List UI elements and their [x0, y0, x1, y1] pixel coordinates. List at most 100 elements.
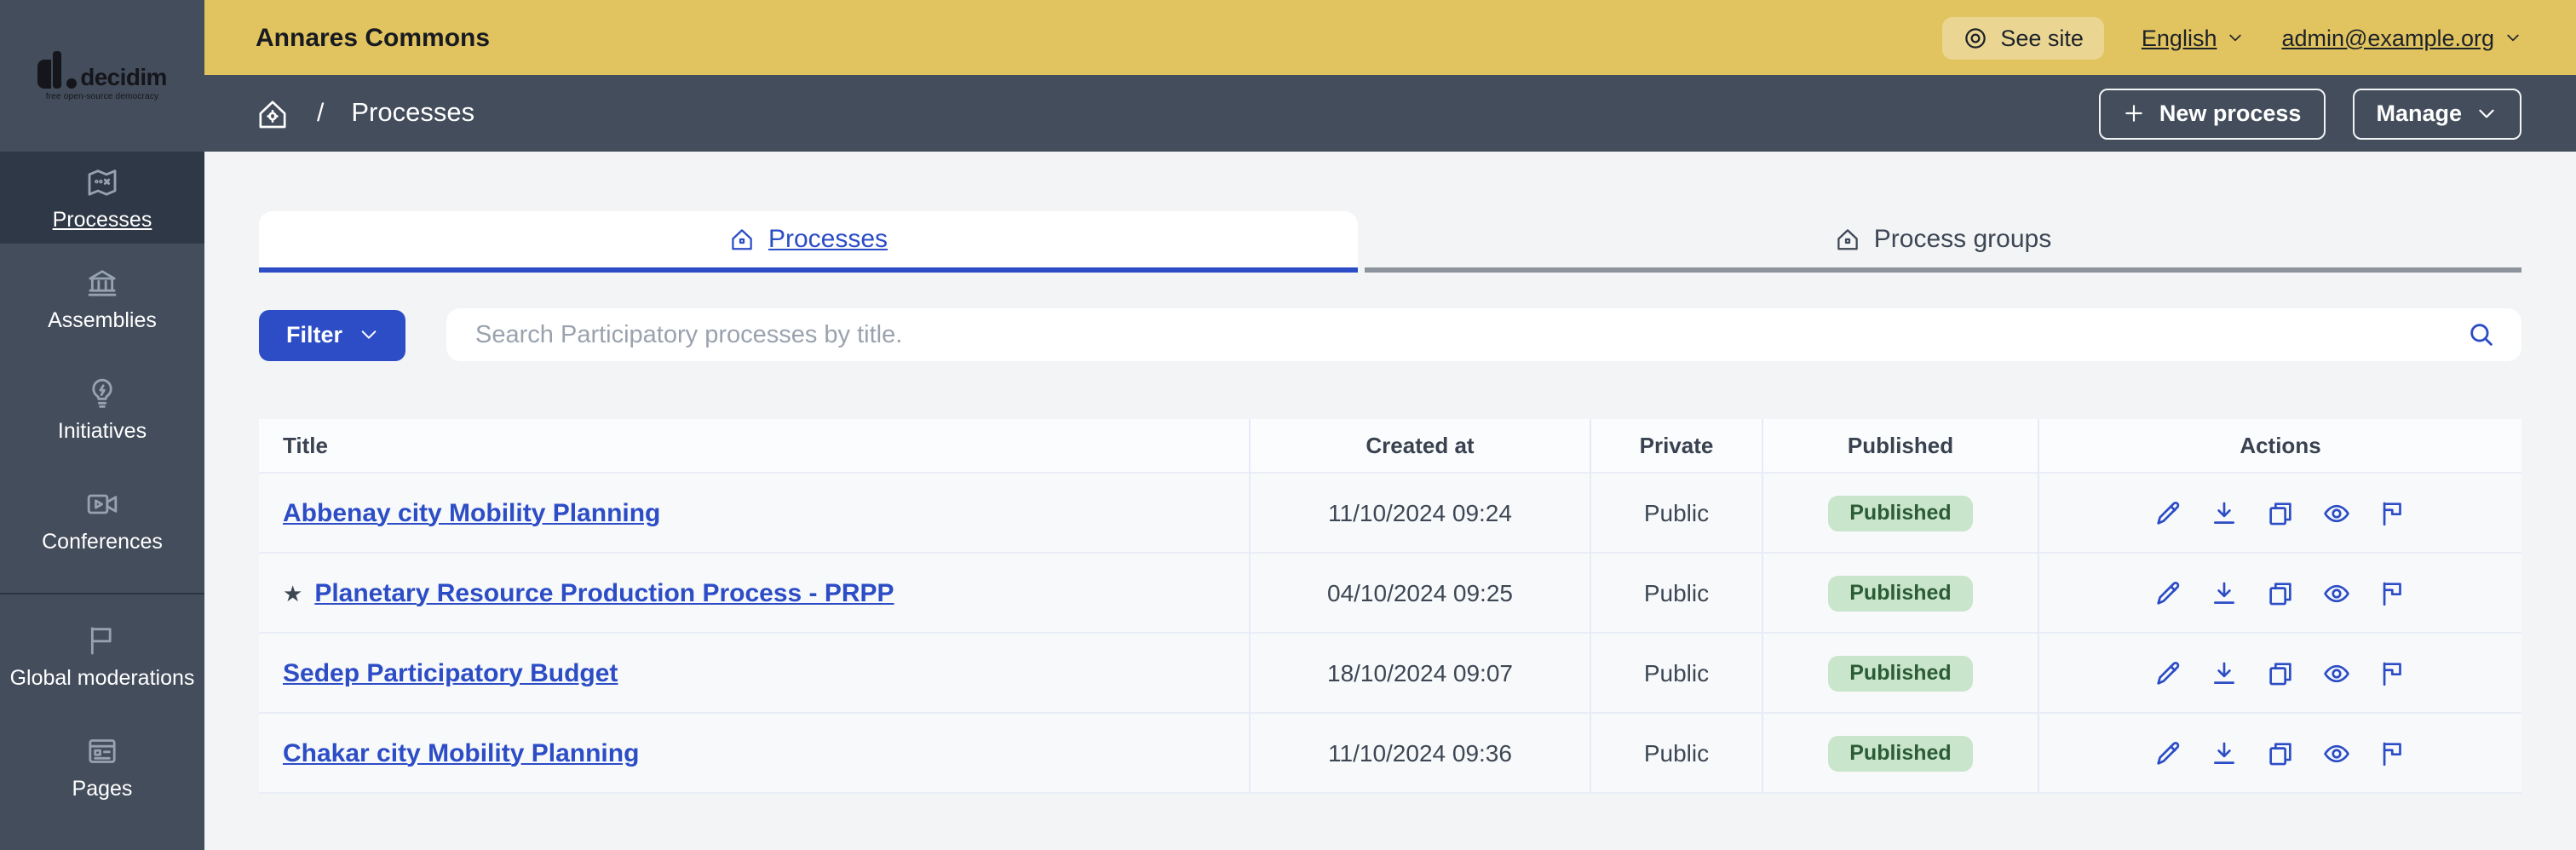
published-badge: Published: [1827, 735, 1974, 771]
sidebar: decidim free open-source democracy Proce…: [0, 0, 204, 850]
download-action-icon[interactable]: [2210, 738, 2239, 767]
duplicate-action-icon[interactable]: [2266, 658, 2295, 687]
breadcrumb: / Processes: [256, 96, 474, 130]
process-title-link[interactable]: Chakar city Mobility Planning: [283, 738, 639, 767]
created-at-cell: 11/10/2024 09:36: [1249, 712, 1590, 792]
home-icon: [1837, 229, 1858, 250]
star-icon: ★: [283, 580, 303, 606]
filter-toolbar: Filter: [259, 308, 2521, 361]
see-site-label: See site: [2000, 25, 2084, 50]
sidebar-divider: [0, 593, 204, 594]
download-action-icon[interactable]: [2210, 578, 2239, 607]
home-icon[interactable]: [256, 96, 290, 130]
duplicate-action-icon[interactable]: [2266, 738, 2295, 767]
user-email: admin@example.org: [2281, 25, 2494, 50]
tab-label: Processes: [768, 225, 888, 254]
preview-action-icon[interactable]: [2322, 498, 2351, 527]
chevron-down-icon: [361, 330, 377, 339]
created-at-cell: 18/10/2024 09:07: [1249, 632, 1590, 712]
flag-action-icon[interactable]: [2378, 738, 2407, 767]
decidim-logo: decidim free open-source democracy: [0, 0, 204, 152]
sidebar-nav: Processes Assemblies Initiatives Confere…: [0, 152, 204, 823]
private-cell: Public: [1590, 712, 1762, 792]
tab-processes[interactable]: Processes: [259, 211, 1358, 273]
edit-action-icon[interactable]: [2153, 738, 2182, 767]
sidebar-item-label: Conferences: [42, 530, 163, 554]
sidebar-item-label: Initiatives: [57, 419, 147, 443]
preview-action-icon[interactable]: [2322, 738, 2351, 767]
column-header-title: Title: [259, 419, 1249, 472]
target-icon: [1965, 27, 1987, 48]
app-window: decidim free open-source democracy Proce…: [0, 0, 2576, 850]
actions-cell: [2038, 712, 2521, 792]
sidebar-item-label: Global moderations: [9, 666, 195, 690]
private-cell: Public: [1590, 632, 1762, 712]
language-selector[interactable]: English: [2142, 25, 2245, 50]
tab-bar: Processes Process groups: [259, 211, 2521, 273]
flag-action-icon[interactable]: [2378, 498, 2407, 527]
user-menu[interactable]: admin@example.org: [2281, 25, 2521, 50]
main-content: Processes Process groups Filter Search P…: [204, 152, 2576, 850]
tab-label: Process groups: [1873, 225, 2052, 254]
private-cell: Public: [1590, 552, 1762, 632]
breadcrumb-current: Processes: [351, 98, 475, 127]
download-action-icon[interactable]: [2210, 658, 2239, 687]
process-title-link[interactable]: Sedep Participatory Budget: [283, 658, 618, 687]
edit-action-icon[interactable]: [2153, 658, 2182, 687]
plus-icon: [2126, 105, 2143, 122]
preview-action-icon[interactable]: [2322, 578, 2351, 607]
sidebar-item-label: Assemblies: [48, 308, 157, 332]
manage-button[interactable]: Manage: [2352, 88, 2521, 139]
column-header-created-at: Created at: [1249, 419, 1590, 472]
pages-icon: [89, 739, 116, 763]
process-title-link[interactable]: Planetary Resource Production Process - …: [314, 578, 894, 607]
sidebar-item-label: Pages: [72, 777, 133, 801]
column-header-actions: Actions: [2038, 419, 2521, 472]
search-input[interactable]: [446, 321, 2521, 348]
actions-cell: [2038, 552, 2521, 632]
decidim-logo-text: decidim: [80, 62, 167, 89]
breadcrumb-separator: /: [317, 99, 325, 128]
sidebar-item-initiatives[interactable]: Initiatives: [0, 354, 204, 465]
duplicate-action-icon[interactable]: [2266, 578, 2295, 607]
decidim-logo-tagline: free open-source democracy: [45, 91, 159, 101]
see-site-button[interactable]: See site: [1942, 16, 2104, 59]
sidebar-item-processes[interactable]: Processes: [0, 152, 204, 244]
published-badge: Published: [1827, 495, 1974, 531]
sidebar-item-conferences[interactable]: Conferences: [0, 465, 204, 576]
flag-action-icon[interactable]: [2378, 578, 2407, 607]
preview-action-icon[interactable]: [2322, 658, 2351, 687]
manage-label: Manage: [2376, 101, 2462, 126]
processes-table: Title Created at Private Published Actio…: [259, 419, 2521, 794]
edit-action-icon[interactable]: [2153, 578, 2182, 607]
organization-name: Annares Commons: [256, 23, 491, 52]
published-badge: Published: [1827, 655, 1974, 691]
sidebar-item-assemblies[interactable]: Assemblies: [0, 244, 204, 354]
sidebar-item-pages[interactable]: Pages: [0, 712, 204, 823]
chevron-down-icon: [2507, 34, 2519, 42]
decidim-logo-mark-icon: [37, 50, 78, 88]
created-at-cell: 04/10/2024 09:25: [1249, 552, 1590, 632]
chevron-down-icon: [2479, 109, 2494, 118]
new-process-button[interactable]: New process: [2099, 88, 2326, 139]
download-action-icon[interactable]: [2210, 498, 2239, 527]
search-box: [446, 308, 2521, 361]
flag-action-icon[interactable]: [2378, 658, 2407, 687]
edit-action-icon[interactable]: [2153, 498, 2182, 527]
map-icon: [88, 169, 117, 195]
private-cell: Public: [1590, 472, 1762, 552]
new-process-label: New process: [2159, 101, 2302, 126]
chevron-down-icon: [2229, 34, 2242, 42]
topbar: Annares Commons See site English admin@e…: [204, 0, 2576, 75]
language-label: English: [2141, 25, 2217, 50]
process-title-link[interactable]: Abbenay city Mobility Planning: [283, 498, 660, 527]
duplicate-action-icon[interactable]: [2266, 498, 2295, 527]
sidebar-item-label: Processes: [52, 207, 152, 231]
column-header-published: Published: [1762, 419, 2038, 472]
tab-process-groups[interactable]: Process groups: [1365, 211, 2521, 273]
search-icon[interactable]: [2467, 320, 2496, 349]
published-badge: Published: [1827, 575, 1974, 611]
filter-button[interactable]: Filter: [259, 309, 406, 360]
sidebar-item-global-moderations[interactable]: Global moderations: [0, 601, 204, 712]
actions-cell: [2038, 632, 2521, 712]
